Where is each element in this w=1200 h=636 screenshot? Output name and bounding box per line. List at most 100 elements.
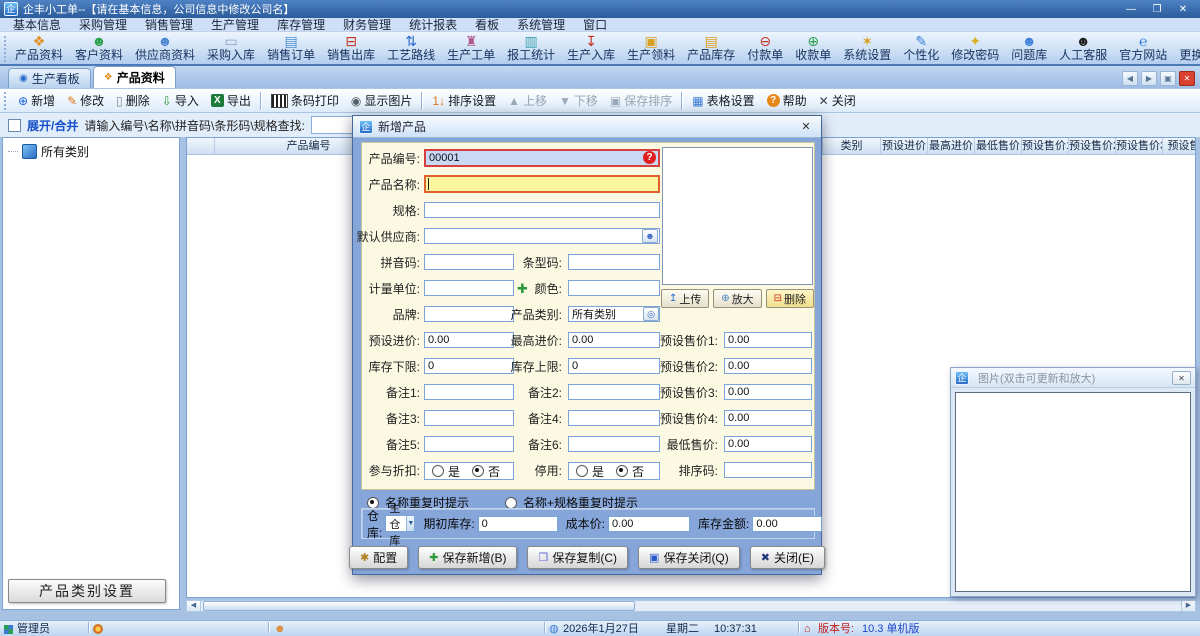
save-new-button[interactable]: ✚保存新增(B) [418, 546, 517, 569]
scroll-left-icon[interactable]: ◀ [187, 601, 201, 611]
minimize-icon[interactable]: — [1118, 1, 1144, 18]
dialog-close-icon[interactable]: ✕ [797, 120, 815, 133]
discount-no-radio[interactable] [472, 465, 484, 477]
price2-input[interactable] [724, 358, 812, 374]
stock-amount-input[interactable] [752, 516, 822, 532]
menu-report[interactable]: 统计报表 [400, 18, 466, 32]
scrollbar-thumb[interactable] [203, 601, 635, 611]
toolbar-change-password-button[interactable]: ✦修改密码 [945, 33, 1005, 62]
tab-scroll-right-icon[interactable]: ▶ [1141, 71, 1157, 86]
close-view-button[interactable]: ✕关闭 [813, 90, 862, 111]
code-required-icon[interactable]: ? [643, 151, 656, 164]
tab-product-data[interactable]: ❖产品资料 [93, 66, 176, 88]
upload-image-button[interactable]: ↥上传 [661, 289, 709, 308]
save-copy-button[interactable]: ❐保存复制(C) [527, 546, 628, 569]
category-settings-button[interactable]: 产品类别设置 [8, 579, 166, 603]
export-button[interactable]: X导出 [205, 90, 257, 111]
note6-input[interactable] [568, 436, 660, 452]
maximize-icon[interactable]: ❐ [1144, 1, 1170, 18]
move-up-button[interactable]: ▲上移 [502, 90, 553, 111]
stock-min-input[interactable] [424, 358, 514, 374]
min-price-input[interactable] [724, 436, 812, 452]
product-code-input[interactable] [424, 149, 660, 167]
scroll-right-icon[interactable]: ▶ [1181, 601, 1195, 611]
menu-purchase[interactable]: 采购管理 [70, 18, 136, 32]
tab-close-icon[interactable]: ✕ [1179, 71, 1195, 86]
note1-input[interactable] [424, 384, 514, 400]
toolbar-sales-out-button[interactable]: ⊟销售出库 [321, 33, 381, 62]
column-header-category[interactable]: 类别 [823, 138, 881, 154]
color-input[interactable] [568, 280, 660, 296]
toolbar-change-skin-button[interactable]: ▦更换皮肤▾ [1173, 33, 1200, 63]
note3-input[interactable] [424, 410, 514, 426]
menu-system[interactable]: 系统管理 [508, 18, 574, 32]
preset-cost-input[interactable] [424, 332, 514, 348]
edit-button[interactable]: ✎修改 [61, 90, 110, 111]
name-spec-dup-radio[interactable] [505, 497, 517, 509]
toolbar-question-bank-button[interactable]: ☻问题库 [1005, 33, 1053, 62]
toolbar-production-in-button[interactable]: ↧生产入库 [561, 33, 621, 62]
init-stock-input[interactable] [478, 516, 558, 532]
product-image-box[interactable] [662, 147, 813, 285]
barcode-print-button[interactable]: 条码打印 [265, 90, 345, 111]
vip-badge-icon[interactable] [93, 624, 103, 634]
menu-finance[interactable]: 财务管理 [334, 18, 400, 32]
toolbar-supplier-data-button[interactable]: ☻供应商资料 [129, 33, 201, 62]
add-button[interactable]: ⊕新增 [12, 90, 61, 111]
delete-button[interactable]: ▯删除 [110, 90, 156, 111]
dialog-cancel-button[interactable]: ✖关闭(E) [750, 546, 825, 569]
menu-production[interactable]: 生产管理 [202, 18, 268, 32]
discount-yes-radio[interactable] [432, 465, 444, 477]
sort-settings-button[interactable]: 1↓排序设置 [426, 90, 502, 111]
image-preview-area[interactable] [955, 392, 1191, 592]
image-panel-close-icon[interactable]: ✕ [1172, 371, 1191, 385]
default-supplier-input[interactable] [424, 228, 660, 244]
tab-list-icon[interactable]: ▣ [1160, 71, 1176, 86]
tree-node-all-categories[interactable]: 所有类别 [3, 138, 179, 160]
zoom-image-button[interactable]: ⊕放大 [713, 289, 761, 308]
sort-code-input[interactable] [724, 462, 812, 478]
column-header-price2[interactable]: 预设售价2 [1069, 138, 1116, 154]
unit-input[interactable] [424, 280, 514, 296]
toolbar-product-stock-button[interactable]: ▤产品库存 [681, 33, 741, 62]
expand-merge-checkbox[interactable] [8, 119, 21, 132]
warehouse-select[interactable]: 主仓库▼ [385, 515, 415, 532]
menu-kanban[interactable]: 看板 [466, 18, 508, 32]
toolbar-purchase-in-button[interactable]: ▭采购入库 [201, 33, 261, 62]
close-icon[interactable]: ✕ [1170, 1, 1196, 18]
note2-input[interactable] [568, 384, 660, 400]
add-unit-icon[interactable]: ✚ [517, 282, 528, 296]
supplier-picker-icon[interactable]: ☻ [642, 229, 658, 243]
expand-merge-label[interactable]: 展开/合并 [27, 117, 78, 134]
stop-no-radio[interactable] [616, 465, 628, 477]
toolbar-receipt-button[interactable]: ⊕收款单 [789, 33, 837, 62]
toolbar-product-data-button[interactable]: ❖产品资料 [9, 33, 69, 62]
pinyin-input[interactable] [424, 254, 514, 270]
note4-input[interactable] [568, 410, 660, 426]
toolbar-material-out-button[interactable]: ▣生产领料 [621, 33, 681, 62]
show-image-button[interactable]: ◉显示图片 [345, 90, 419, 111]
cost-price-input[interactable] [608, 516, 690, 532]
toolbar-customer-service-button[interactable]: ☻人工客服 [1053, 33, 1113, 62]
table-settings-button[interactable]: ▦表格设置 [686, 90, 760, 111]
column-header-min-price[interactable]: 最低售价 [975, 138, 1022, 154]
toolbar-personalize-button[interactable]: ✎个性化 [897, 33, 945, 62]
config-button[interactable]: ✱配置 [349, 546, 408, 569]
tab-production-kanban[interactable]: ◉生产看板 [8, 68, 91, 88]
category-browse-icon[interactable]: ◎ [643, 307, 659, 321]
price3-input[interactable] [724, 384, 812, 400]
toolbar-production-order-button[interactable]: ♜生产工单 [441, 33, 501, 62]
menu-basic-info[interactable]: 基本信息 [4, 18, 70, 32]
price4-input[interactable] [724, 410, 812, 426]
menu-window[interactable]: 窗口 [574, 18, 616, 32]
spec-input[interactable] [424, 202, 660, 218]
column-header-max-cost[interactable]: 最高进价 [928, 138, 975, 154]
price1-input[interactable] [724, 332, 812, 348]
column-header-indicator[interactable] [187, 138, 215, 154]
save-sort-button[interactable]: ▣保存排序 [604, 90, 678, 111]
toolbar-sales-order-button[interactable]: ▤销售订单 [261, 33, 321, 62]
note5-input[interactable] [424, 436, 514, 452]
column-header-price1[interactable]: 预设售价1 [1022, 138, 1069, 154]
move-down-button[interactable]: ▼下移 [553, 90, 604, 111]
person-icon[interactable]: ☻ [274, 622, 286, 636]
